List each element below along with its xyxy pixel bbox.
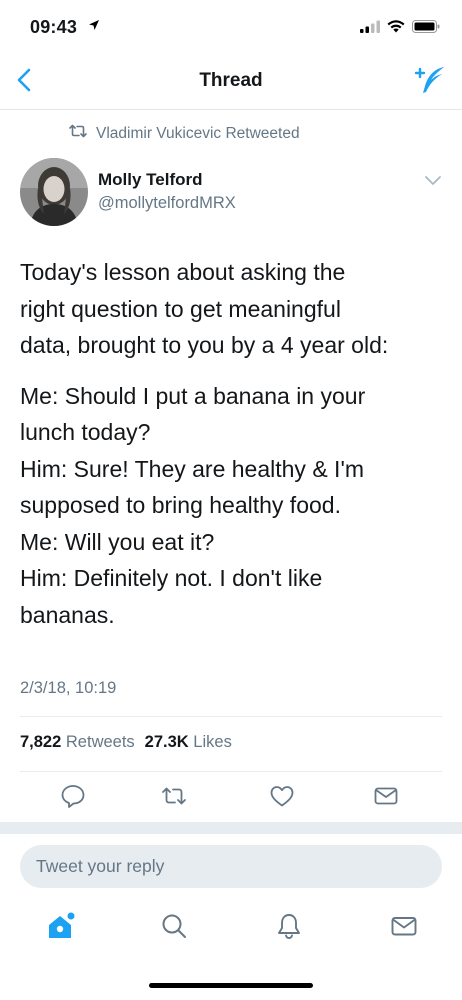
retweet-notice-text: Vladimir Vukicevic Retweeted — [96, 124, 300, 142]
tweet-line: lunch today? — [20, 419, 151, 445]
tweet-line: Today's lesson about asking the — [20, 259, 346, 285]
retweets-stat[interactable]: 7,822 Retweets — [20, 733, 135, 752]
navigation-bar: Thread — [0, 52, 462, 110]
tweet-line: bananas. — [20, 601, 115, 628]
retweet-icon[interactable] — [160, 782, 188, 810]
tweet-actions — [0, 782, 462, 816]
retweet-notice: Vladimir Vukicevic Retweeted — [68, 124, 300, 143]
tweet-line: supposed to bring healthy food. — [20, 492, 341, 518]
divider — [20, 771, 442, 772]
retweet-small-icon — [68, 124, 88, 143]
battery-icon — [412, 20, 440, 38]
author-handle[interactable]: @mollytelfordMRX — [98, 194, 236, 213]
page-title: Thread — [199, 70, 263, 91]
tweet-line: right question to get meaningful — [20, 295, 341, 322]
retweets-label: Retweets — [65, 733, 135, 751]
likes-count: 27.3K — [144, 733, 189, 751]
tweet-paragraph-dialog: Me: Should I put a banana in your lunch … — [20, 378, 445, 634]
status-bar: 09:43 — [0, 0, 462, 52]
reply-icon[interactable] — [59, 782, 87, 810]
location-arrow-icon — [88, 18, 100, 36]
direct-message-icon[interactable] — [372, 782, 400, 810]
tweet-line: Him: Sure! They are healthy & I'm — [20, 455, 364, 482]
likes-stat[interactable]: 27.3K Likes — [145, 733, 232, 752]
retweets-count: 7,822 — [20, 733, 62, 751]
tweet-line: Me: Should I put a banana in your — [20, 382, 366, 409]
tweet-line: data, brought to you by a 4 year old: — [20, 332, 389, 358]
like-heart-icon[interactable] — [268, 782, 296, 810]
chevron-down-icon[interactable] — [424, 174, 442, 186]
section-separator — [0, 822, 462, 834]
home-icon[interactable] — [45, 911, 75, 941]
tweet-timestamp: 2/3/18, 10:19 — [20, 679, 117, 697]
reply-input[interactable]: Tweet your reply — [20, 845, 442, 888]
status-indicators — [360, 20, 440, 38]
divider — [20, 716, 442, 717]
tweet-stats: 7,822 Retweets 27.3K Likes — [20, 733, 232, 752]
search-icon[interactable] — [159, 911, 189, 941]
messages-envelope-icon[interactable] — [389, 911, 419, 941]
compose-feather-icon[interactable] — [412, 64, 448, 96]
likes-label: Likes — [193, 733, 232, 751]
signal-icon — [360, 20, 380, 38]
tweet-text: Today's lesson about asking the right qu… — [20, 254, 445, 647]
wifi-icon — [387, 20, 405, 38]
tweet-line: Me: Will you eat it? — [20, 528, 215, 555]
tab-bar — [0, 903, 462, 953]
tweet-paragraph-intro: Today's lesson about asking the right qu… — [20, 254, 445, 364]
author-name[interactable]: Molly Telford — [98, 170, 203, 190]
status-time: 09:43 — [30, 17, 78, 37]
tweet-line: Him: Definitely not. I don't like — [20, 565, 323, 591]
avatar[interactable] — [20, 158, 88, 226]
notifications-bell-icon[interactable] — [274, 911, 304, 941]
home-indicator[interactable] — [149, 983, 313, 988]
